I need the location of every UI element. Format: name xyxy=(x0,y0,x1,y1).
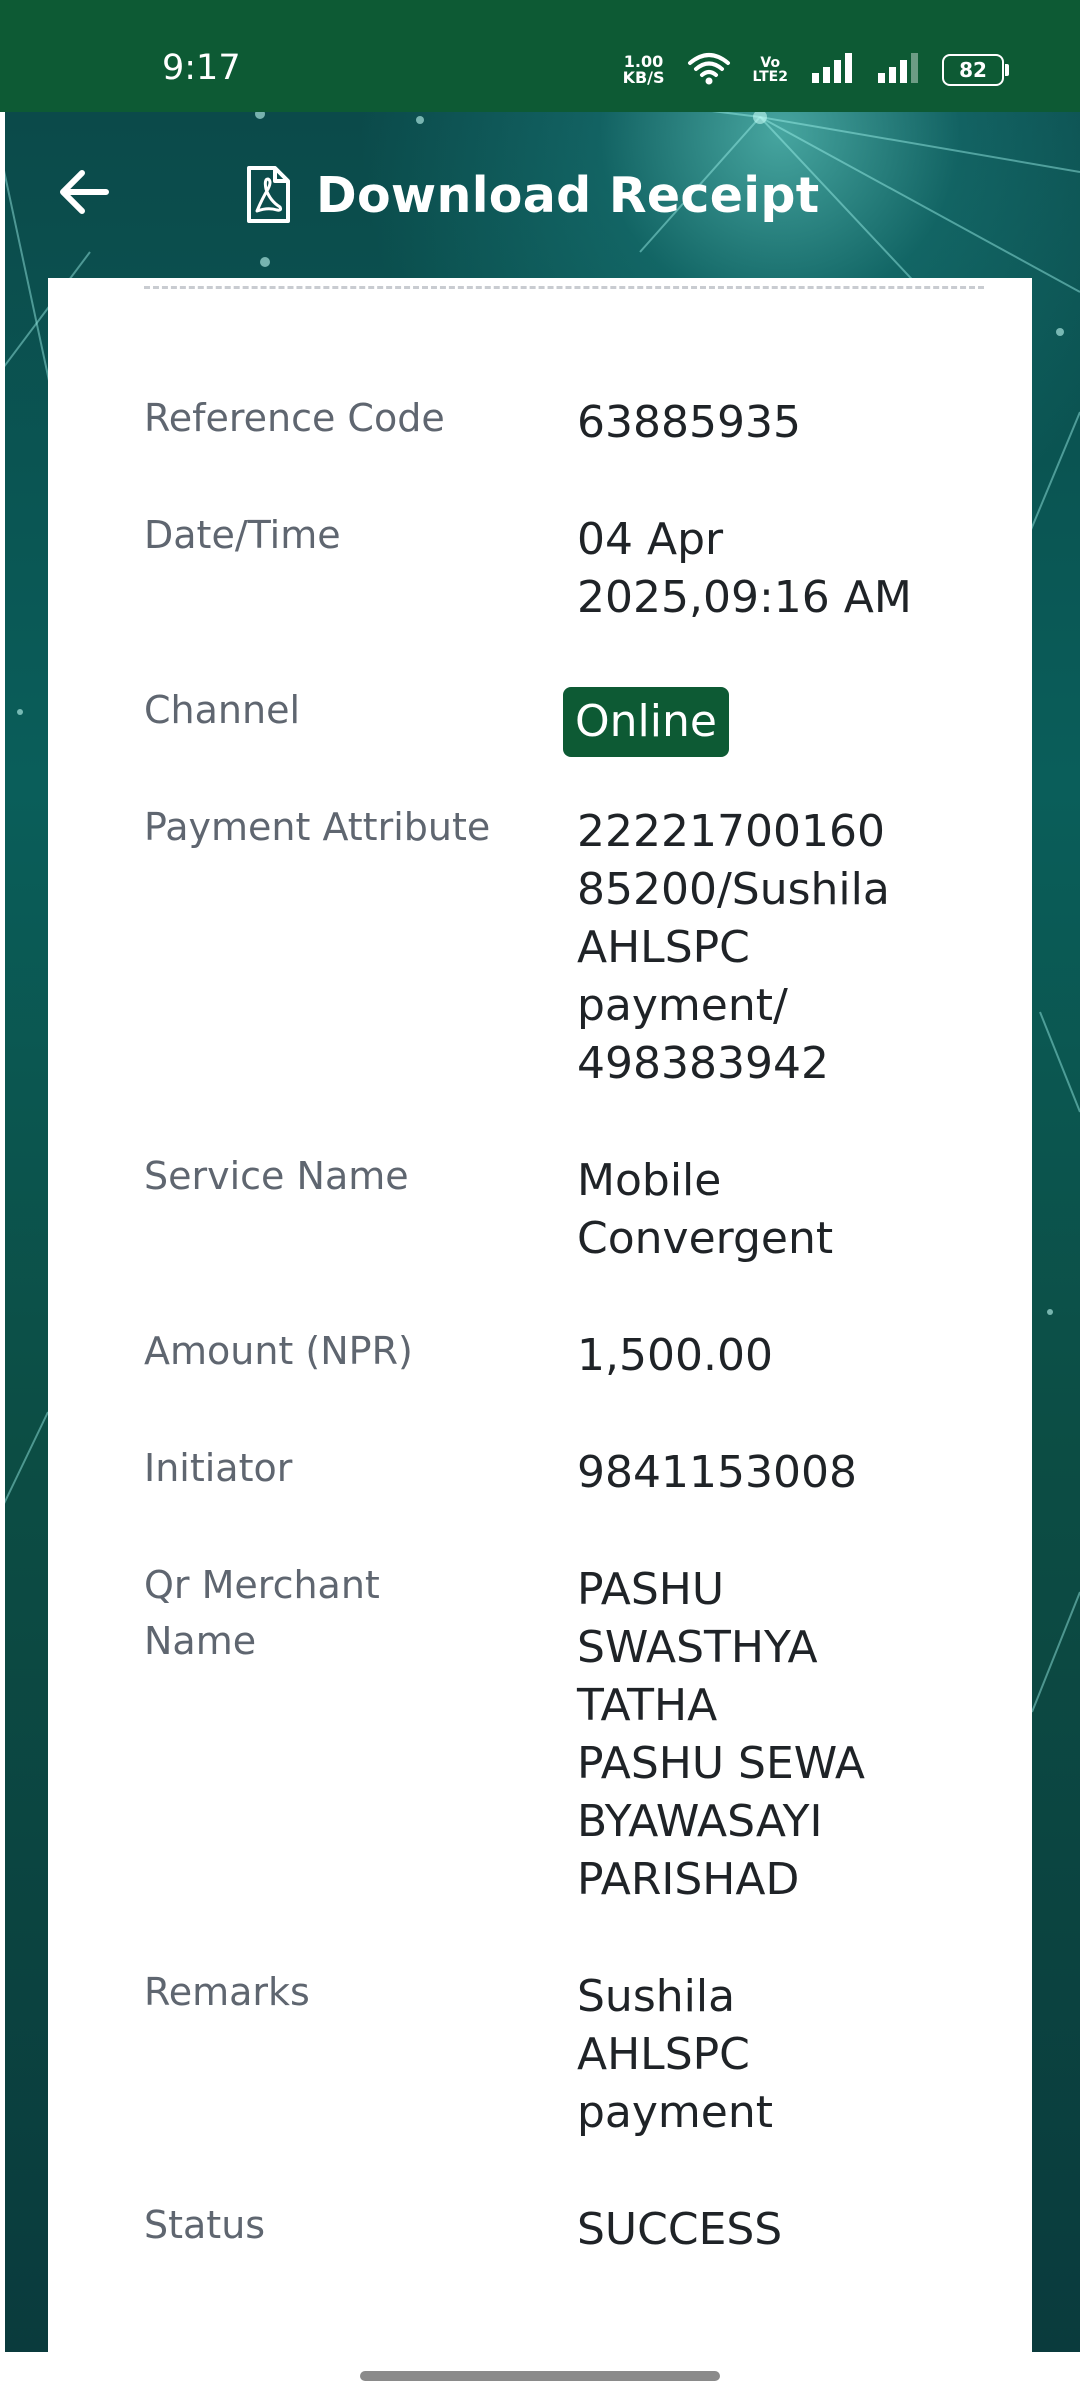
field-value: 9841153008 xyxy=(577,1447,857,1498)
field-value: Mobile Convergent xyxy=(577,1155,834,1264)
field-value: 63885935 xyxy=(577,397,801,448)
field-label: Amount (NPR) xyxy=(144,1329,413,1373)
home-indicator[interactable] xyxy=(360,2371,720,2381)
field-value: 1,500.00 xyxy=(577,1330,773,1381)
status-value: SUCCESS xyxy=(577,2204,783,2255)
status-icons: 1.00 KB/S Vo LTE2 82 xyxy=(622,48,1009,92)
signal-icon xyxy=(810,53,854,87)
page-title: Download Receipt xyxy=(316,166,820,224)
wifi-icon xyxy=(687,51,731,89)
back-button[interactable] xyxy=(48,156,120,228)
field-label: Qr Merchant Name xyxy=(144,1563,380,1663)
field-label: Status xyxy=(144,2203,266,2247)
arrow-left-icon xyxy=(60,170,109,214)
field-label: Date/Time xyxy=(144,513,341,557)
screen-edge xyxy=(0,112,5,2352)
field-label: Reference Code xyxy=(144,396,445,440)
receipt-card: Reference Code 63885935 Date/Time 04 Apr… xyxy=(48,278,1032,2352)
field-label: Remarks xyxy=(144,1970,310,2014)
channel-badge: Online xyxy=(563,687,729,757)
volte-indicator: Vo LTE2 xyxy=(752,55,788,85)
app-bar: Download Receipt xyxy=(0,112,1080,277)
field-label: Payment Attribute xyxy=(144,805,491,849)
pdf-file-icon xyxy=(247,166,290,223)
status-time: 9:17 xyxy=(162,48,241,88)
signal-icon xyxy=(876,53,920,87)
field-value: 04 Apr 2025,09:16 AM xyxy=(577,514,912,623)
field-value: 22221700160 85200/Sushila AHLSPC payment… xyxy=(577,806,890,1089)
status-bar: 9:17 1.00 KB/S Vo LTE2 82 xyxy=(0,0,1080,112)
field-value: PASHU SWASTHYA TATHA PASHU SEWA BYAWASAY… xyxy=(577,1564,865,1905)
field-label: Channel xyxy=(144,688,301,732)
field-label: Initiator xyxy=(144,1446,293,1490)
field-value: Sushila AHLSPC payment xyxy=(577,1971,774,2138)
network-speed: 1.00 KB/S xyxy=(622,52,665,87)
field-label: Service Name xyxy=(144,1154,409,1198)
dashed-divider xyxy=(144,286,984,289)
title-group: Download Receipt xyxy=(244,162,820,228)
battery-icon: 82 xyxy=(942,54,1009,86)
